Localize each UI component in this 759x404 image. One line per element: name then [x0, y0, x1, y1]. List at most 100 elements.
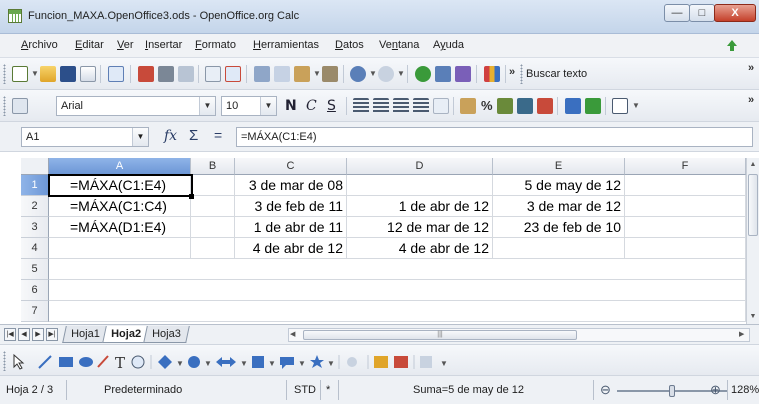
increase-indent-icon[interactable] — [585, 98, 601, 114]
autospellcheck-icon[interactable] — [225, 66, 241, 82]
fill-handle[interactable] — [189, 194, 194, 199]
clone-formatting-icon[interactable] — [322, 66, 338, 82]
sheet-tab-hoja3[interactable]: Hoja3 — [143, 326, 190, 343]
underline-button[interactable]: S — [327, 98, 336, 114]
cell-b3[interactable] — [191, 217, 235, 238]
print-preview-icon[interactable] — [178, 66, 194, 82]
update-icon[interactable] — [724, 38, 740, 54]
empty-row-5[interactable] — [49, 259, 746, 280]
maximize-button[interactable]: □ — [689, 4, 715, 22]
row-header-3[interactable]: 3 — [21, 217, 49, 238]
page-style[interactable]: Predeterminado — [104, 382, 182, 398]
cell-d4[interactable]: 4 de abr de 12 — [347, 238, 493, 259]
sort-ascending-icon[interactable] — [435, 66, 451, 82]
toolbar-grip[interactable] — [3, 64, 6, 84]
align-right-icon[interactable] — [393, 98, 409, 114]
font-name-select[interactable]: Arial ▼ — [56, 96, 216, 116]
redo-dropdown-arrow[interactable]: ▼ — [397, 69, 405, 78]
zoom-out-icon[interactable]: ⊖ — [600, 382, 611, 398]
email-icon[interactable] — [80, 66, 96, 82]
name-box[interactable]: A1 ▼ — [21, 127, 149, 147]
redo-icon[interactable] — [378, 66, 394, 82]
row-header-2[interactable]: 2 — [21, 196, 49, 217]
sort-descending-icon[interactable] — [455, 66, 471, 82]
column-header-c[interactable]: C — [235, 158, 347, 175]
select-all-corner[interactable] — [21, 158, 49, 175]
cell-e3[interactable]: 23 de feb de 10 — [493, 217, 625, 238]
vertical-scrollbar[interactable]: ▲ ▼ — [746, 158, 759, 324]
scroll-up-icon[interactable]: ▲ — [747, 158, 759, 172]
menu-herramientas[interactable]: Herramientas — [253, 39, 319, 51]
column-header-a[interactable]: A — [49, 158, 191, 175]
function-icon[interactable]: = — [214, 127, 222, 143]
styles-icon[interactable] — [12, 98, 28, 114]
open-icon[interactable] — [40, 66, 56, 82]
find-more-chevron[interactable]: » — [748, 62, 754, 74]
new-dropdown-arrow[interactable]: ▼ — [31, 69, 39, 78]
cell-c4[interactable]: 4 de abr de 12 — [235, 238, 347, 259]
align-center-icon[interactable] — [373, 98, 389, 114]
chevron-down-icon[interactable]: ▼ — [260, 97, 276, 115]
zoom-in-icon[interactable]: ⊕ — [710, 382, 721, 398]
spellcheck-icon[interactable] — [205, 66, 221, 82]
function-wizard-icon[interactable]: fx — [164, 128, 177, 144]
borders-dropdown-arrow[interactable]: ▼ — [632, 101, 640, 110]
sum-icon[interactable]: Σ — [189, 127, 198, 144]
justify-icon[interactable] — [413, 98, 429, 114]
selection-mode[interactable]: STD — [294, 382, 316, 398]
paste-icon[interactable] — [294, 66, 310, 82]
cell-f1[interactable] — [625, 175, 746, 196]
row-header-1[interactable]: 1 — [21, 175, 49, 196]
find-text-label[interactable]: Buscar texto — [526, 68, 587, 80]
cell-b2[interactable] — [191, 196, 235, 217]
more-buttons-chevron[interactable]: » — [509, 66, 515, 78]
previous-sheet-icon[interactable]: ◀ — [18, 328, 30, 341]
row-header-5[interactable]: 5 — [21, 259, 49, 280]
cell-f3[interactable] — [625, 217, 746, 238]
zoom-slider-thumb[interactable] — [669, 385, 675, 397]
cell-e4[interactable] — [493, 238, 625, 259]
currency-format-icon[interactable] — [460, 98, 476, 114]
percent-format-button[interactable]: % — [481, 98, 493, 113]
scroll-right-icon[interactable]: ▶ — [739, 329, 744, 341]
cell-d3[interactable]: 12 de mar de 12 — [347, 217, 493, 238]
column-header-b[interactable]: B — [191, 158, 235, 175]
menu-editar[interactable]: Editar — [75, 39, 104, 51]
add-decimal-icon[interactable] — [517, 98, 533, 114]
empty-row-6[interactable] — [49, 280, 746, 301]
cell-f4[interactable] — [625, 238, 746, 259]
chart-icon[interactable] — [484, 66, 500, 82]
print-icon[interactable] — [158, 66, 174, 82]
row-header-6[interactable]: 6 — [21, 280, 49, 301]
menu-insertar[interactable]: Insertar — [145, 39, 182, 51]
cell-a1[interactable]: =MÁXA(C1:E4) — [49, 175, 191, 196]
merge-cells-icon[interactable] — [433, 98, 449, 114]
save-icon[interactable] — [60, 66, 76, 82]
bold-button[interactable]: N — [285, 98, 297, 114]
menu-formato[interactable]: Formato — [195, 39, 236, 51]
standard-format-icon[interactable] — [497, 98, 513, 114]
more-buttons-chevron[interactable]: » — [748, 94, 754, 106]
row-header-7[interactable]: 7 — [21, 301, 49, 322]
undo-icon[interactable] — [350, 66, 366, 82]
scroll-down-icon[interactable]: ▼ — [747, 310, 759, 324]
new-document-icon[interactable] — [12, 66, 28, 82]
horizontal-scrollbar[interactable]: ◀ ||| ▶ — [288, 328, 750, 342]
horizontal-scroll-thumb[interactable]: ||| — [303, 330, 577, 340]
minimize-button[interactable]: — — [664, 4, 690, 22]
menu-datos[interactable]: Datos — [335, 39, 364, 51]
undo-dropdown-arrow[interactable]: ▼ — [369, 69, 377, 78]
cell-c1[interactable]: 3 de mar de 08 — [235, 175, 347, 196]
column-header-d[interactable]: D — [347, 158, 493, 175]
zoom-level[interactable]: 128% — [731, 382, 759, 398]
align-left-icon[interactable] — [353, 98, 369, 114]
cell-a3[interactable]: =MÁXA(D1:E4) — [49, 217, 191, 238]
cell-e2[interactable]: 3 de mar de 12 — [493, 196, 625, 217]
column-header-e[interactable]: E — [493, 158, 625, 175]
delete-decimal-icon[interactable] — [537, 98, 553, 114]
italic-button[interactable]: C — [306, 98, 317, 114]
decrease-indent-icon[interactable] — [565, 98, 581, 114]
cell-a4[interactable] — [49, 238, 191, 259]
scroll-left-icon[interactable]: ◀ — [290, 329, 295, 341]
paste-dropdown-arrow[interactable]: ▼ — [313, 69, 321, 78]
